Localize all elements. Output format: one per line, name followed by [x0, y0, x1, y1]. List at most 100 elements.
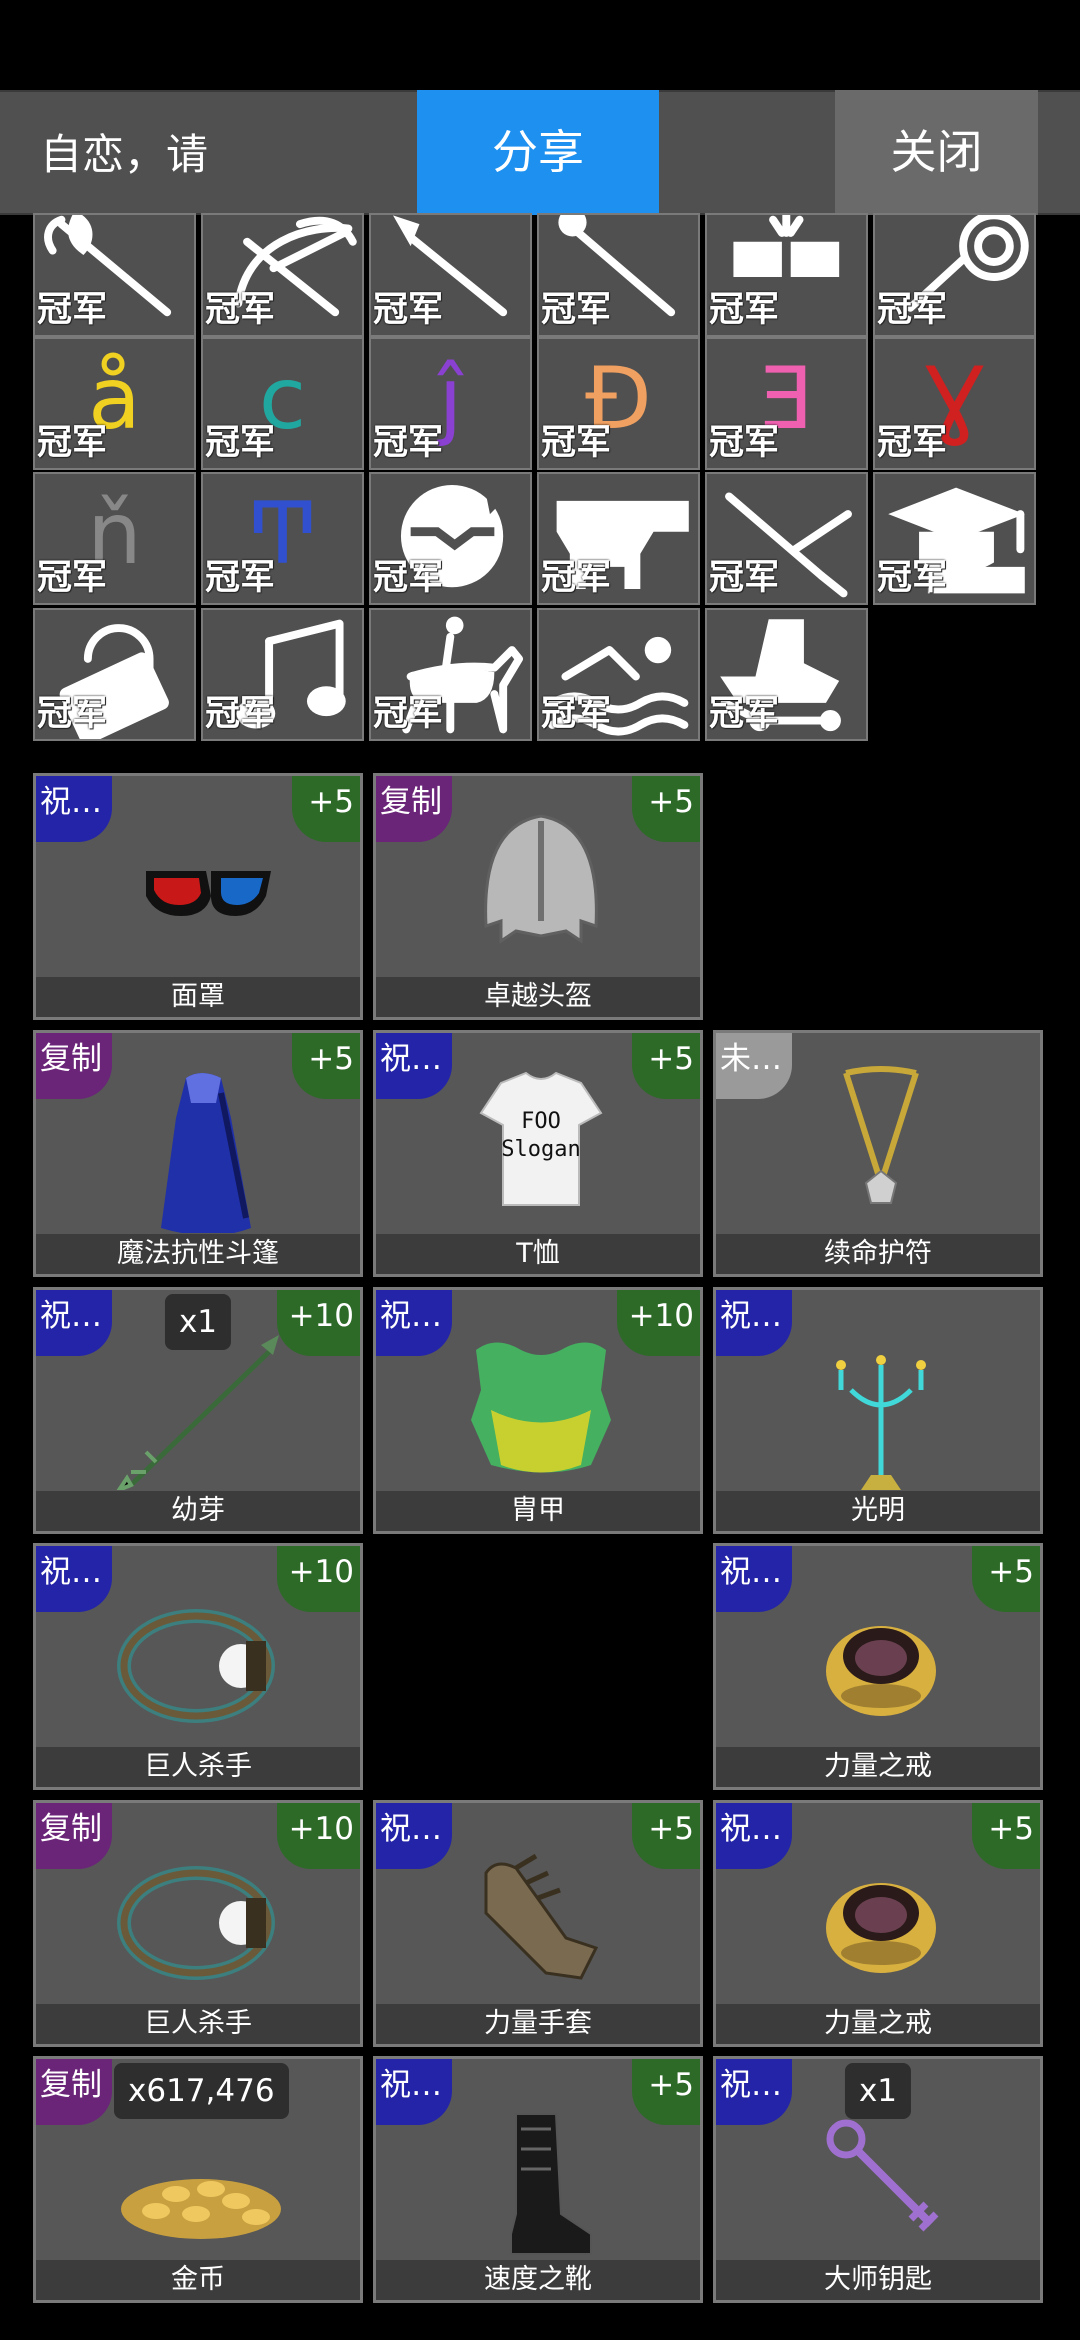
badge-label: 冠军 — [205, 423, 276, 463]
item-name: 幼芽 — [36, 1491, 360, 1531]
badge-glyph[interactable]: Ǝ 冠军 — [705, 337, 868, 470]
item-card[interactable]: 复制 +10 巨人杀手 — [33, 1800, 363, 2047]
item-bonus-badge: +5 — [972, 1803, 1040, 1869]
badge-fist-bump-icon[interactable]: 冠军 — [705, 213, 868, 337]
item-name: 金币 — [36, 2260, 360, 2300]
badge-handshake-icon[interactable]: 冠军 — [369, 472, 532, 605]
badge-label: 冠军 — [37, 558, 108, 598]
badge-graduation-icon[interactable]: 冠军 — [873, 472, 1036, 605]
badge-swords-icon[interactable]: 冠军 — [705, 472, 868, 605]
header-label: 自恋，请 — [40, 130, 209, 179]
item-quantity: x1 — [164, 1294, 232, 1350]
badge-glyph[interactable]: ϲ 冠军 — [201, 337, 364, 470]
item-bonus-badge: +10 — [276, 1803, 360, 1869]
badge-label: 冠军 — [37, 423, 108, 463]
item-card[interactable]: 祝… x1 大师钥匙 — [713, 2056, 1043, 2303]
badge-label: 冠军 — [709, 558, 780, 598]
tshirt-text: FOO — [521, 1109, 561, 1134]
badge-staff-icon[interactable]: 冠军 — [537, 213, 700, 337]
badge-music-note-icon[interactable]: 冠军 — [201, 608, 364, 741]
item-card[interactable]: 祝… +10 x1 幼芽 — [33, 1287, 363, 1534]
item-tag: 祝… — [36, 1290, 112, 1356]
badge-glyph[interactable]: ň 冠军 — [33, 472, 196, 605]
item-name: 巨人杀手 — [36, 1747, 360, 1787]
item-tag: 未… — [716, 1033, 792, 1099]
item-tag: 祝… — [716, 1803, 792, 1869]
item-card[interactable]: FOO Slogan 祝… +5 T恤 — [373, 1030, 703, 1277]
item-tag: 祝… — [716, 2059, 792, 2125]
item-tag: 复制 — [376, 776, 452, 842]
item-bonus-badge: +5 — [632, 1033, 700, 1099]
item-tag: 祝… — [376, 1290, 452, 1356]
badge-lock-icon[interactable]: 冠军 — [33, 608, 196, 741]
badge-anvil-icon[interactable]: 冠军 — [537, 472, 700, 605]
badge-spear-icon[interactable]: 冠军 — [369, 213, 532, 337]
badge-horse-rider-icon[interactable]: 冠军 — [369, 608, 532, 741]
badge-label: 冠军 — [37, 694, 108, 734]
badge-label: 冠军 — [541, 558, 612, 598]
item-tag: 祝… — [376, 2059, 452, 2125]
badge-label: 冠军 — [877, 290, 948, 330]
item-tag: 祝… — [716, 1546, 792, 1612]
item-tag: 祝… — [376, 1803, 452, 1869]
item-card[interactable]: 未… 续命护符 — [713, 1030, 1043, 1277]
item-card[interactable]: 祝… +10 胄甲 — [373, 1287, 703, 1534]
badge-glyph[interactable]: å 冠军 — [33, 337, 196, 470]
badge-label: 冠军 — [373, 290, 444, 330]
badge-glyph[interactable]: Ɣ 冠军 — [873, 337, 1036, 470]
share-button[interactable]: 分享 — [417, 90, 659, 215]
badge-label: 冠军 — [373, 558, 444, 598]
badge-label: 冠军 — [37, 290, 108, 330]
badge-glyph[interactable]: Ͳ 冠军 — [201, 472, 364, 605]
item-name: 大师钥匙 — [716, 2260, 1040, 2300]
item-card[interactable]: 复制 x617,476 金币 — [33, 2056, 363, 2303]
badge-label: 冠军 — [877, 558, 948, 598]
badge-label: 冠军 — [205, 558, 276, 598]
item-name: 面罩 — [36, 977, 360, 1017]
badge-swimmer-icon[interactable]: 冠军 — [537, 608, 700, 741]
item-name: 光明 — [716, 1491, 1040, 1531]
tshirt-text: Slogan — [501, 1137, 580, 1162]
item-card[interactable]: 祝… +10 巨人杀手 — [33, 1543, 363, 1790]
item-quantity: x617,476 — [114, 2063, 289, 2119]
item-name: 巨人杀手 — [36, 2004, 360, 2044]
item-tag: 祝… — [716, 1290, 792, 1356]
item-name: 力量之戒 — [716, 1747, 1040, 1787]
close-button[interactable]: 关闭 — [835, 90, 1038, 215]
item-bonus-badge: +10 — [276, 1546, 360, 1612]
badge-label: 冠军 — [709, 694, 780, 734]
badge-label: 冠军 — [541, 694, 612, 734]
badge-whip-icon[interactable]: 冠军 — [873, 213, 1036, 337]
item-card[interactable]: 复制 +5 魔法抗性斗篷 — [33, 1030, 363, 1277]
badge-label: 冠军 — [709, 423, 780, 463]
item-tag: 祝… — [36, 1546, 112, 1612]
badge-label: 冠军 — [205, 290, 276, 330]
item-name: 胄甲 — [376, 1491, 700, 1531]
badge-label: 冠军 — [541, 290, 612, 330]
item-bonus-badge: +5 — [292, 776, 360, 842]
badge-throne-icon[interactable]: 冠军 — [705, 608, 868, 741]
badge-glyph[interactable]: Đ 冠军 — [537, 337, 700, 470]
item-bonus-badge: +5 — [632, 2059, 700, 2125]
badge-label: 冠军 — [373, 423, 444, 463]
item-name: 力量之戒 — [716, 2004, 1040, 2044]
badge-label: 冠军 — [877, 423, 948, 463]
item-name: 力量手套 — [376, 2004, 700, 2044]
item-tag: 祝… — [36, 776, 112, 842]
item-card[interactable]: 复制 +5 卓越头盔 — [373, 773, 703, 1020]
item-card[interactable]: 祝… +5 力量之戒 — [713, 1543, 1043, 1790]
badge-glyph[interactable]: ĵ 冠军 — [369, 337, 532, 470]
item-card[interactable]: 祝… +5 面罩 — [33, 773, 363, 1020]
item-tag: 复制 — [36, 1033, 112, 1099]
item-bonus-badge: +5 — [972, 1546, 1040, 1612]
item-card[interactable]: 祝… +5 力量之戒 — [713, 1800, 1043, 2047]
item-bonus-badge: +5 — [632, 1803, 700, 1869]
item-card[interactable]: 祝… +5 力量手套 — [373, 1800, 703, 2047]
badge-halberd-icon[interactable]: 冠军 — [33, 213, 196, 337]
item-bonus-badge: +5 — [292, 1033, 360, 1099]
item-card[interactable]: 祝… +5 速度之靴 — [373, 2056, 703, 2303]
badge-crossbow-icon[interactable]: 冠军 — [201, 213, 364, 337]
item-card[interactable]: 祝… 光明 — [713, 1287, 1043, 1534]
item-quantity: x1 — [844, 2063, 912, 2119]
item-name: 速度之靴 — [376, 2260, 700, 2300]
